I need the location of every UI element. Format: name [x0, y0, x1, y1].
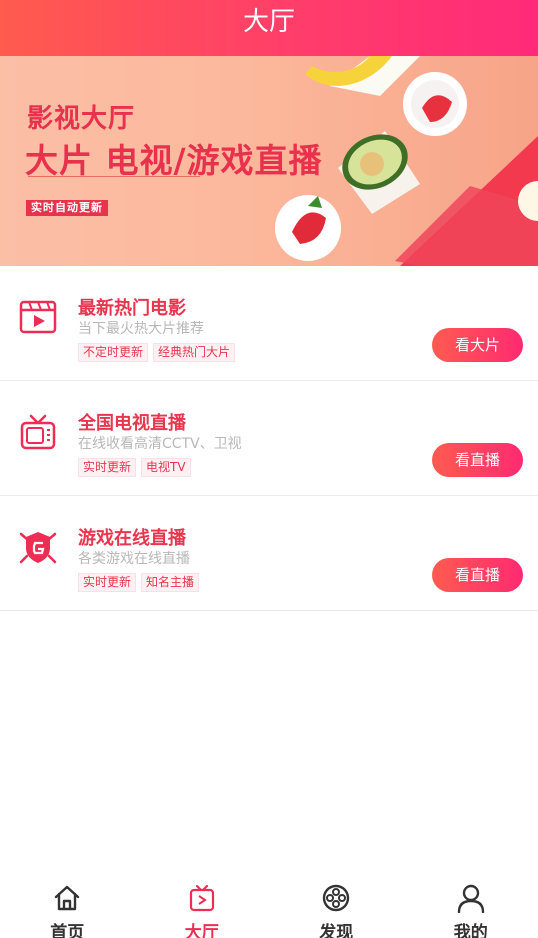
item-description: 各类游戏在线直播	[78, 551, 190, 567]
tv-play-icon	[189, 884, 214, 912]
tab-hall[interactable]: 大厅	[135, 870, 270, 938]
film-reel-icon	[322, 884, 350, 912]
list-item-movies[interactable]: 最新热门电影 当下最火热大片推荐 不定时更新 经典热门大片 看大片	[0, 266, 538, 381]
item-title: 游戏在线直播	[78, 528, 186, 549]
tab-label: 我的	[453, 923, 488, 938]
page-title: 大厅	[242, 7, 295, 37]
bottom-tab-bar: 首页 大厅 发现 我的	[0, 870, 538, 938]
watch-games-button[interactable]: 看直播	[432, 558, 523, 592]
watch-movies-button[interactable]: 看大片	[432, 328, 523, 362]
item-description: 当下最火热大片推荐	[78, 321, 204, 337]
user-icon	[457, 884, 484, 913]
item-tag: 知名主播	[141, 573, 200, 592]
item-tag: 经典热门大片	[153, 343, 236, 362]
banner-divider	[28, 176, 200, 177]
game-shield-icon	[19, 532, 57, 564]
list-item-tv[interactable]: 全国电视直播 在线收看高清CCTV、卫视 实时更新 电视TV 看直播	[0, 381, 538, 496]
list-item-games[interactable]: 游戏在线直播 各类游戏在线直播 实时更新 知名主播 看直播	[0, 496, 538, 611]
item-tags: 实时更新 电视TV	[78, 458, 191, 477]
tab-label: 首页	[50, 923, 85, 938]
item-title: 全国电视直播	[78, 413, 186, 434]
item-title: 最新热门电影	[78, 298, 186, 319]
tab-label: 发现	[319, 923, 354, 938]
tv-icon	[20, 414, 56, 450]
item-description: 在线收看高清CCTV、卫视	[78, 436, 242, 452]
tab-discover[interactable]: 发现	[269, 870, 404, 938]
item-tag: 实时更新	[78, 458, 137, 477]
item-tags: 实时更新 知名主播	[78, 573, 200, 592]
promo-banner[interactable]: 影视大厅 大片 电视/游戏直播 实时自动更新	[0, 56, 538, 266]
item-tag: 电视TV	[141, 458, 191, 477]
tab-home[interactable]: 首页	[0, 870, 135, 938]
home-icon	[54, 885, 80, 911]
category-list: 最新热门电影 当下最火热大片推荐 不定时更新 经典热门大片 看大片 全国电视直播…	[0, 266, 538, 611]
item-tag: 不定时更新	[78, 343, 149, 362]
banner-subtitle: 影视大厅	[27, 104, 136, 134]
watch-tv-button[interactable]: 看直播	[432, 443, 523, 477]
movie-clapper-icon	[19, 300, 57, 334]
banner-tag: 实时自动更新	[26, 200, 108, 216]
tab-mine[interactable]: 我的	[404, 870, 538, 938]
item-tag: 实时更新	[78, 573, 137, 592]
tab-label: 大厅	[184, 923, 219, 938]
top-header: 大厅	[0, 0, 538, 56]
item-tags: 不定时更新 经典热门大片	[78, 343, 236, 362]
banner-headline: 大片 电视/游戏直播	[25, 141, 323, 180]
